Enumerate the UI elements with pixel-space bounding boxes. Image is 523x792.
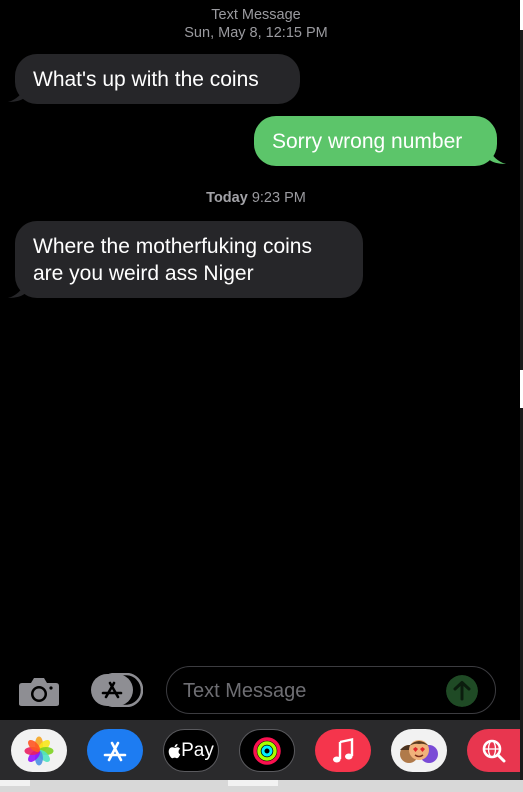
photos-icon [24,736,54,765]
header-timestamp: Sun, May 8, 12:15 PM [184,25,328,41]
app-store-icon[interactable] [91,673,143,707]
message-input[interactable] [183,677,443,705]
bottom-bar-segment [228,780,278,786]
message-text: What's up with the coins [33,68,259,91]
messages-screen: Text Message Sun, May 8, 12:15 PM What's… [0,0,520,792]
camera-icon[interactable] [18,675,60,707]
outgoing-message-1[interactable]: Sorry wrong number [254,116,497,166]
message-text-line-2: are you weird ass Niger [33,262,254,285]
date-divider: Today 9:23 PM [0,190,512,206]
message-composer [0,660,520,718]
app-drawer: Pay [0,720,520,780]
web-search-app-button[interactable] [467,729,520,772]
activity-icon [253,736,281,765]
message-field[interactable] [166,666,496,714]
music-icon [333,737,354,762]
app-store-icon [103,741,127,761]
incoming-message-2[interactable]: Where the motherfuking coins are you wei… [15,221,363,298]
divider-time: 9:23 PM [251,190,306,206]
send-button[interactable] [446,675,478,707]
activity-app-button[interactable] [239,729,295,772]
message-text-line-1: Where the motherfuking coins [33,235,312,258]
music-app-button[interactable] [315,729,371,772]
service-label: Text Message [211,7,301,23]
apple-pay-app-button[interactable]: Pay [163,729,219,772]
photos-app-button[interactable] [11,729,67,772]
divider-day: Today [206,190,248,206]
memoji-app-button[interactable] [391,729,447,772]
incoming-message-1[interactable]: What's up with the coins [15,54,300,104]
apple-pay-icon: Pay [168,740,214,762]
app-store-app-button[interactable] [87,729,143,772]
apple-logo-icon [168,743,181,758]
bottom-bar-segment [0,780,30,786]
web-search-icon [482,739,505,762]
conversation-header: Text Message Sun, May 8, 12:15 PM [0,6,512,42]
memoji-icon [400,739,438,763]
message-text: Sorry wrong number [272,130,463,153]
apple-pay-label: Pay [181,739,214,761]
bottom-bar [0,780,523,792]
